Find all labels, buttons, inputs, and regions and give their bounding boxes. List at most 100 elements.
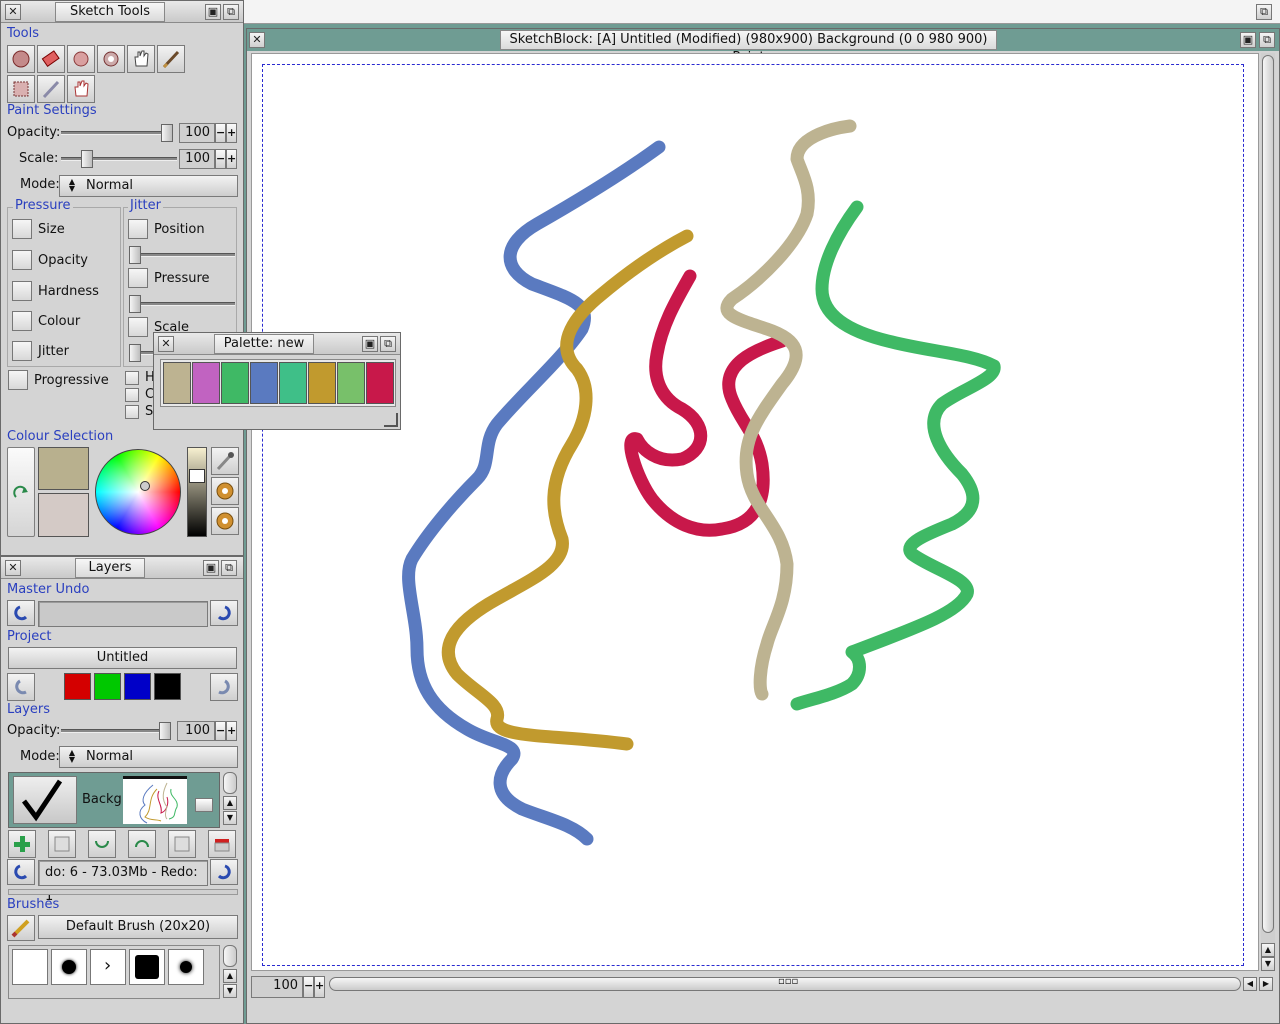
pressure-opacity-checkbox[interactable] — [12, 250, 32, 270]
primary-colour-swatch[interactable] — [38, 447, 89, 490]
palette-swatch[interactable] — [163, 362, 191, 404]
project-name-button[interactable]: Untitled — [8, 647, 237, 669]
canvas-iconify-button[interactable]: ▣ — [1240, 32, 1256, 48]
hidden-option-h-checkbox[interactable] — [125, 371, 139, 385]
brush-cell-square[interactable] — [129, 949, 165, 985]
duplicate-layer-button[interactable] — [48, 830, 76, 858]
colour-swap-button-1[interactable] — [211, 477, 239, 505]
pressure-hardness-checkbox[interactable] — [12, 281, 32, 301]
mode-dropdown[interactable]: ▲ ▼ Normal — [59, 175, 238, 197]
layer-opacity-field[interactable]: 100 — [177, 721, 215, 741]
canvas-zoom-field[interactable]: 100 — [251, 976, 303, 998]
brush-cell-blank[interactable] — [12, 949, 48, 985]
vertical-scrollbar[interactable]: ▲ ▼ — [1261, 53, 1275, 971]
canvas-drawing[interactable] — [252, 54, 1260, 972]
opacity-slider-track[interactable] — [61, 131, 171, 135]
layers-maximize-button[interactable]: ⧉ — [221, 560, 237, 576]
canvas-titlebar[interactable]: ✕ SketchBlock: [A] Untitled (Modified) (… — [247, 29, 1279, 65]
swap-colours-button[interactable] — [7, 447, 35, 537]
jitter-pressure-checkbox[interactable] — [128, 268, 148, 288]
layer-opacity-plus[interactable]: + — [226, 721, 237, 741]
opacity-field[interactable]: 100 — [179, 123, 215, 143]
scale-slider-track[interactable] — [61, 157, 177, 161]
desktop-top-bar-button[interactable]: ⧉ — [1256, 4, 1272, 20]
brush-scroll-grip[interactable] — [223, 945, 237, 967]
jitter-scale-checkbox[interactable] — [128, 317, 148, 337]
palette-swatch[interactable] — [337, 362, 365, 404]
colour-wheel-picker[interactable] — [140, 481, 150, 491]
jitter-position-checkbox[interactable] — [128, 219, 148, 239]
brightness-knob[interactable] — [189, 469, 205, 483]
pressure-jitter-checkbox[interactable] — [12, 341, 32, 361]
canvas-zoom-minus[interactable]: − — [303, 976, 314, 998]
hidden-option-c-checkbox[interactable] — [125, 388, 139, 402]
brush-cell-arrow[interactable]: › — [90, 949, 126, 985]
layer-thumbnail[interactable] — [123, 776, 187, 824]
brush-scroll-down[interactable]: ▼ — [223, 984, 237, 998]
layer-opacity-slider-track[interactable] — [61, 729, 171, 733]
opacity-minus[interactable]: − — [215, 123, 226, 143]
move-tool-button[interactable] — [67, 75, 95, 103]
layer-scroll-down[interactable]: ▼ — [223, 811, 237, 825]
palette-title[interactable]: Palette: new — [214, 334, 314, 354]
palette-swatch[interactable] — [192, 362, 220, 404]
palette-resize-grip-icon[interactable] — [384, 413, 398, 427]
project-colour-blue[interactable] — [124, 673, 151, 700]
layers-iconify-button[interactable]: ▣ — [203, 560, 219, 576]
scale-minus[interactable]: − — [215, 149, 226, 169]
jitter-position-knob[interactable] — [129, 246, 141, 264]
horizontal-scrollbar[interactable]: ▫▫▫ — [329, 976, 1241, 991]
canvas-close-button[interactable]: ✕ — [249, 32, 265, 48]
brush-cell-round-small[interactable] — [51, 949, 87, 985]
scroll-down-arrow[interactable]: ▼ — [1261, 957, 1275, 971]
palette-swatch[interactable] — [308, 362, 336, 404]
sketch-tools-maximize-button[interactable]: ⧉ — [223, 4, 239, 20]
brush-tool-button[interactable] — [7, 45, 35, 73]
scroll-up-arrow[interactable]: ▲ — [1261, 943, 1275, 957]
sketch-tools-titlebar[interactable]: ✕ Sketch Tools ▣ ⧉ — [1, 1, 243, 23]
scale-field[interactable]: 100 — [179, 149, 215, 169]
layers-close-button[interactable]: ✕ — [5, 560, 21, 576]
canvas-title[interactable]: SketchBlock: [A] Untitled (Modified) (98… — [500, 30, 997, 65]
delete-layer-button[interactable] — [208, 830, 236, 858]
palette-swatch[interactable] — [250, 362, 278, 404]
brush-edit-button[interactable] — [7, 915, 35, 941]
jitter-position-slider[interactable] — [129, 253, 235, 257]
colour-wheel[interactable] — [95, 449, 181, 535]
layer-scroll-grip[interactable] — [223, 772, 237, 794]
palette-maximize-button[interactable]: ⧉ — [380, 336, 396, 352]
master-undo-button[interactable] — [7, 600, 35, 626]
layer-opacity-minus[interactable]: − — [215, 721, 226, 741]
palette-close-button[interactable]: ✕ — [158, 336, 174, 352]
layers-title[interactable]: Layers — [75, 558, 145, 578]
eyedropper-button[interactable] — [211, 447, 239, 475]
layers-titlebar[interactable]: ✕ Layers ▣ ⧉ — [1, 557, 243, 579]
layer-name[interactable]: Backg — [82, 792, 122, 807]
scale-plus[interactable]: + — [226, 149, 237, 169]
pressure-size-checkbox[interactable] — [12, 219, 32, 239]
layer-scroll-up[interactable]: ▲ — [223, 796, 237, 810]
sketch-tools-close-button[interactable]: ✕ — [5, 4, 21, 20]
vertical-scroll-thumb[interactable] — [1262, 55, 1274, 933]
pressure-colour-checkbox[interactable] — [12, 311, 32, 331]
palette-titlebar[interactable]: ✕ Palette: new ▣ ⧉ — [154, 333, 400, 355]
secondary-colour-swatch[interactable] — [38, 493, 89, 537]
palette-swatch[interactable] — [366, 362, 394, 404]
canvas-zoom-plus[interactable]: + — [314, 976, 325, 998]
scroll-right-arrow[interactable]: ▶ — [1259, 977, 1273, 991]
hidden-option-s-checkbox[interactable] — [125, 405, 139, 419]
layer-down-button[interactable] — [88, 830, 116, 858]
layer-visibility-toggle[interactable] — [13, 776, 77, 824]
sketch-tools-iconify-button[interactable]: ▣ — [205, 4, 221, 20]
project-colour-black[interactable] — [154, 673, 181, 700]
layer-redo-button[interactable] — [210, 859, 238, 885]
layer-mode-dropdown[interactable]: ▲ ▼ Normal — [59, 746, 238, 768]
project-undo-button[interactable] — [7, 673, 35, 701]
clone-tool-button[interactable] — [97, 45, 125, 73]
master-redo-button[interactable] — [210, 600, 238, 626]
brush-cell-round-soft[interactable] — [168, 949, 204, 985]
select-tool-button[interactable] — [7, 75, 35, 103]
opacity-plus[interactable]: + — [226, 123, 237, 143]
sketch-tools-title[interactable]: Sketch Tools — [55, 2, 165, 22]
progressive-checkbox[interactable] — [8, 370, 28, 390]
